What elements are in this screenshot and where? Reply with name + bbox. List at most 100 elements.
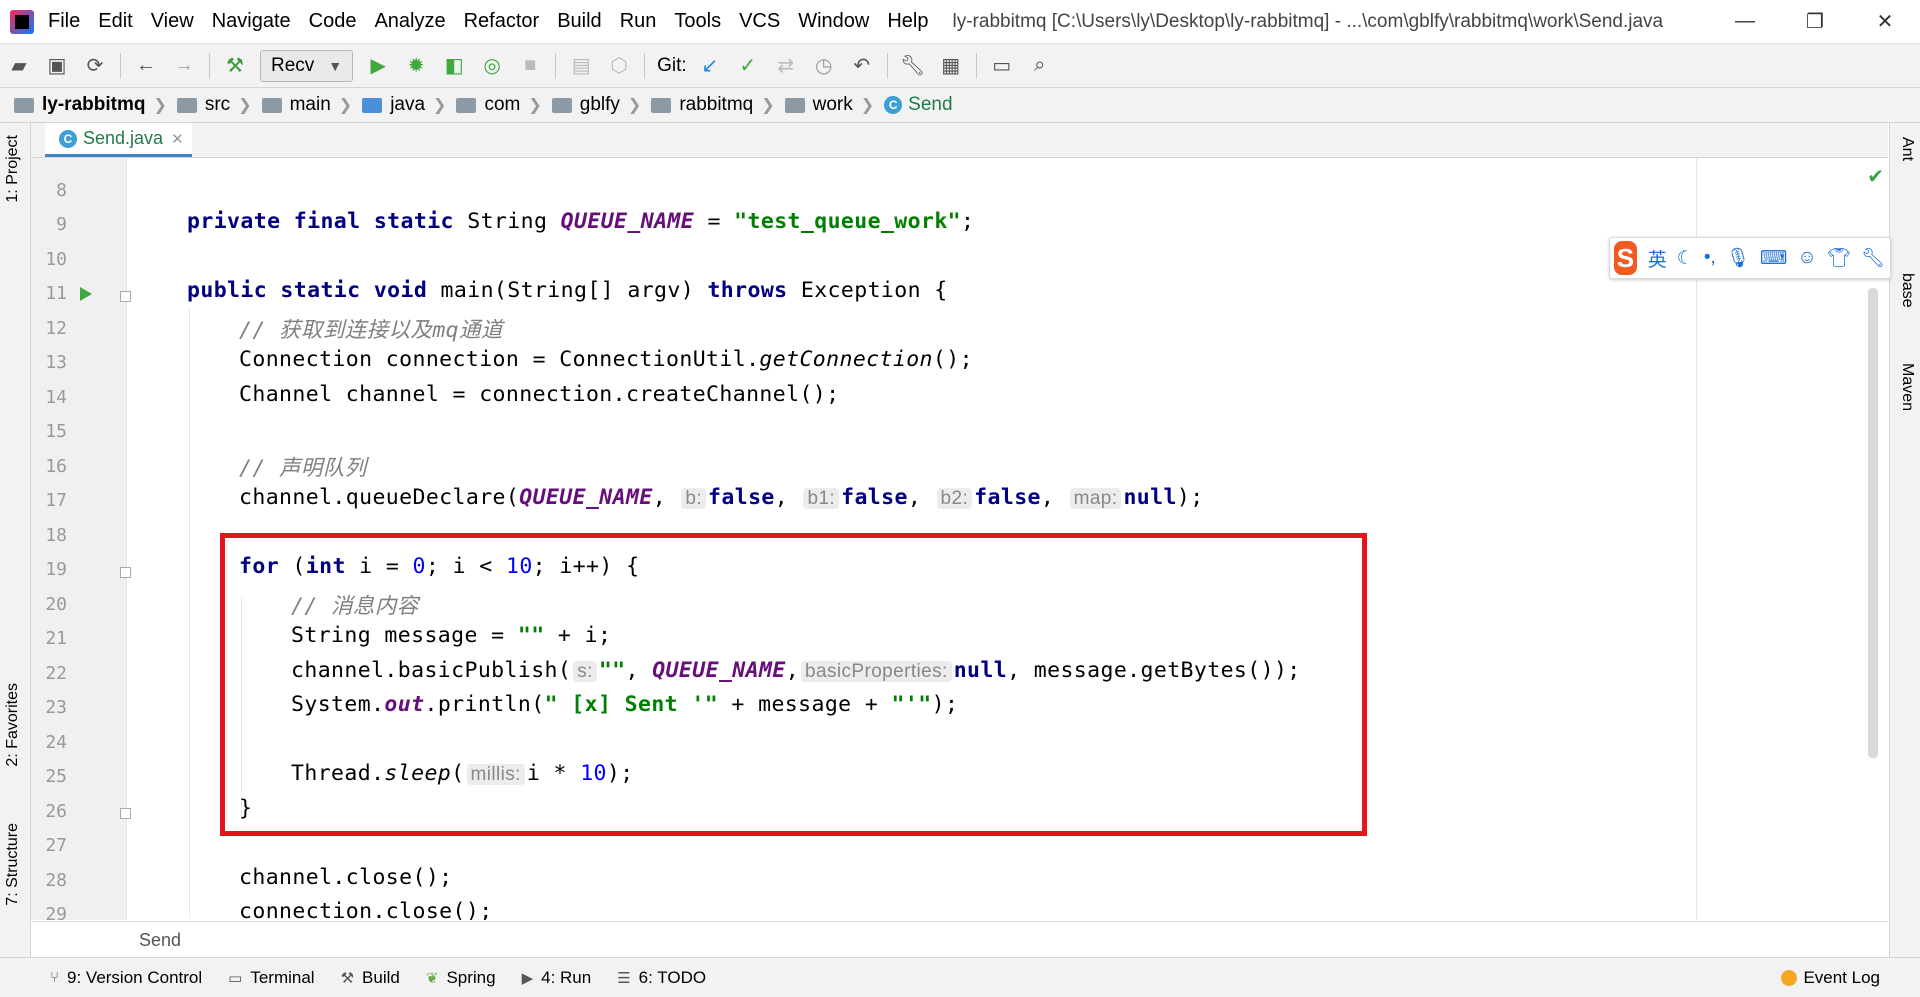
version-control-tab[interactable]: ⑂ 9: Version Control [50,968,202,988]
run-icon[interactable]: ▶ [366,54,390,78]
shirt-icon[interactable]: 👕︎ [1827,246,1851,270]
code-line-28: channel.close(); [239,865,453,890]
debug-icon[interactable]: ✹ [404,54,428,78]
build-hammer-icon[interactable]: ⚒ [223,54,247,78]
breadcrumb-item[interactable]: java [356,94,425,116]
spring-leaf-icon: ❦ [425,969,439,987]
ant-tool-tab[interactable]: Ant [1898,137,1916,161]
toolbar-divider [209,52,210,79]
git-compare-icon[interactable]: ⇄ [774,54,798,78]
terminal-tab[interactable]: ▭ Terminal [228,968,314,988]
open-folder-icon[interactable]: ▰ [7,54,31,78]
back-icon[interactable]: ← [134,54,158,78]
menu-analyze[interactable]: Analyze [374,10,445,33]
punctuation-icon[interactable]: •, [1704,247,1716,269]
microphone-icon[interactable]: 🎙︎ [1726,246,1750,270]
run-tab[interactable]: ▶ 4: Run [522,968,592,988]
event-log-tab[interactable]: Event Log [1781,958,1880,997]
search-icon[interactable]: ⌕ [1028,54,1052,78]
breadcrumb-item[interactable]: com [450,94,520,116]
left-tool-strip: 1: Project 2: Favorites 7: Structure [0,123,31,957]
user-icon[interactable]: ☺ [1797,247,1816,269]
package-icon [784,97,805,113]
menu-bar: File Edit View Navigate Code Analyze Ref… [0,0,1920,44]
structure-tool-tab[interactable]: 7: Structure [4,823,22,906]
package-icon [651,97,672,113]
project-structure-icon[interactable]: ▦ [939,54,963,78]
breadcrumb-item[interactable]: work [779,94,853,116]
deploy-icon[interactable]: ⬡ [607,54,631,78]
git-update-icon[interactable]: ↙ [698,54,722,78]
tab-send-java[interactable]: C Send.java ✕ [45,123,192,157]
bottom-tool-bar: ⑂ 9: Version Control ▭ Terminal ⚒ Build ❦ Sp… [0,957,1920,997]
project-tool-tab[interactable]: 1: Project [4,135,22,203]
favorites-tool-tab[interactable]: 2: Favorites [4,683,22,767]
code-line-12: // 获取到连接以及mq通道 [239,318,503,343]
breadcrumb-item[interactable]: ly-rabbitmq [0,94,145,116]
menu-help[interactable]: Help [887,10,928,33]
wrench-icon[interactable]: 🔧︎ [1861,246,1885,270]
database-tool-tab[interactable]: base [1898,273,1916,308]
build-tab[interactable]: ⚒ Build [341,968,400,988]
code-line-13: Connection connection = ConnectionUtil.g… [239,347,973,372]
ime-language-toggle[interactable]: 英 [1648,245,1667,272]
close-window-icon[interactable]: ✕ [1850,0,1920,43]
coverage-icon[interactable]: ◧ [442,54,466,78]
close-tab-icon[interactable]: ✕ [171,130,184,148]
forward-icon[interactable]: → [172,54,196,78]
toolbar-divider [975,52,977,79]
todo-tab[interactable]: ☰ 6: TODO [617,968,706,988]
toolbar-divider [886,52,888,79]
breadcrumb-item[interactable]: src [171,94,230,116]
list-icon: ☰ [617,969,631,987]
parameter-hint: map: [1069,488,1122,509]
inspection-ok-icon[interactable]: ✔ [1867,164,1884,189]
breadcrumb-item[interactable]: main [256,94,331,116]
keyboard-icon[interactable]: ⌨ [1760,247,1787,270]
git-commit-icon[interactable]: ✓ [736,54,760,78]
code-line-9: private final static String QUEUE_NAME =… [187,209,975,234]
terminal-window-icon[interactable]: ▭ [990,54,1014,78]
chevron-right-icon: ❯ [153,97,167,114]
menu-refactor[interactable]: Refactor [464,10,540,33]
git-history-icon[interactable]: ◷ [812,54,836,78]
play-icon: ▶ [521,969,534,987]
menu-vcs[interactable]: VCS [739,10,780,33]
menu-navigate[interactable]: Navigate [212,10,291,33]
editor-tab-bar: C Send.java ✕ [31,123,1888,158]
git-revert-icon[interactable]: ↶ [850,54,874,78]
menu-file[interactable]: File [48,10,80,33]
maven-tool-tab[interactable]: Maven [1898,363,1916,411]
package-icon [456,97,477,113]
toolbar-divider [644,52,646,79]
menu-tools[interactable]: Tools [674,10,721,33]
toolbar-divider [120,52,121,79]
run-config-dropdown[interactable]: Recv ▼ [260,49,354,82]
sync-icon[interactable]: ⟳ [83,54,107,78]
save-all-icon[interactable]: ▣ [45,54,69,78]
menu-window[interactable]: Window [798,10,869,33]
breadcrumb-item[interactable]: C Send [878,94,953,116]
folder-icon [261,97,282,113]
editor-scrollbar[interactable] [1868,288,1878,758]
folder-icon [176,97,197,113]
menu-run[interactable]: Run [620,10,657,33]
breadcrumb-item[interactable]: gblfy [546,94,620,116]
menu-code[interactable]: Code [309,10,357,33]
menu-view[interactable]: View [151,10,194,33]
breadcrumb-item[interactable]: rabbitmq [645,94,753,116]
minimize-icon[interactable]: — [1710,0,1780,43]
settings-wrench-icon[interactable]: 🔧︎ [900,54,925,78]
menu-build[interactable]: Build [557,10,601,33]
restore-icon[interactable]: ❐ [1780,0,1850,43]
chevron-right-icon: ❯ [761,97,775,114]
profile-icon[interactable]: ◎ [480,54,504,78]
spring-tab[interactable]: ❦ Spring [426,968,496,988]
attach-icon[interactable]: ▤ [569,54,593,78]
stop-icon[interactable]: ■ [518,54,542,78]
moon-icon[interactable]: ☾ [1677,247,1694,270]
branch-icon: ⑂ [50,969,60,986]
navigation-breadcrumb: ly-rabbitmq ❯ src ❯ main ❯ java ❯ com ❯ … [0,88,1920,123]
menu-edit[interactable]: Edit [98,10,132,33]
structure-crumb-send[interactable]: Send [139,930,181,951]
